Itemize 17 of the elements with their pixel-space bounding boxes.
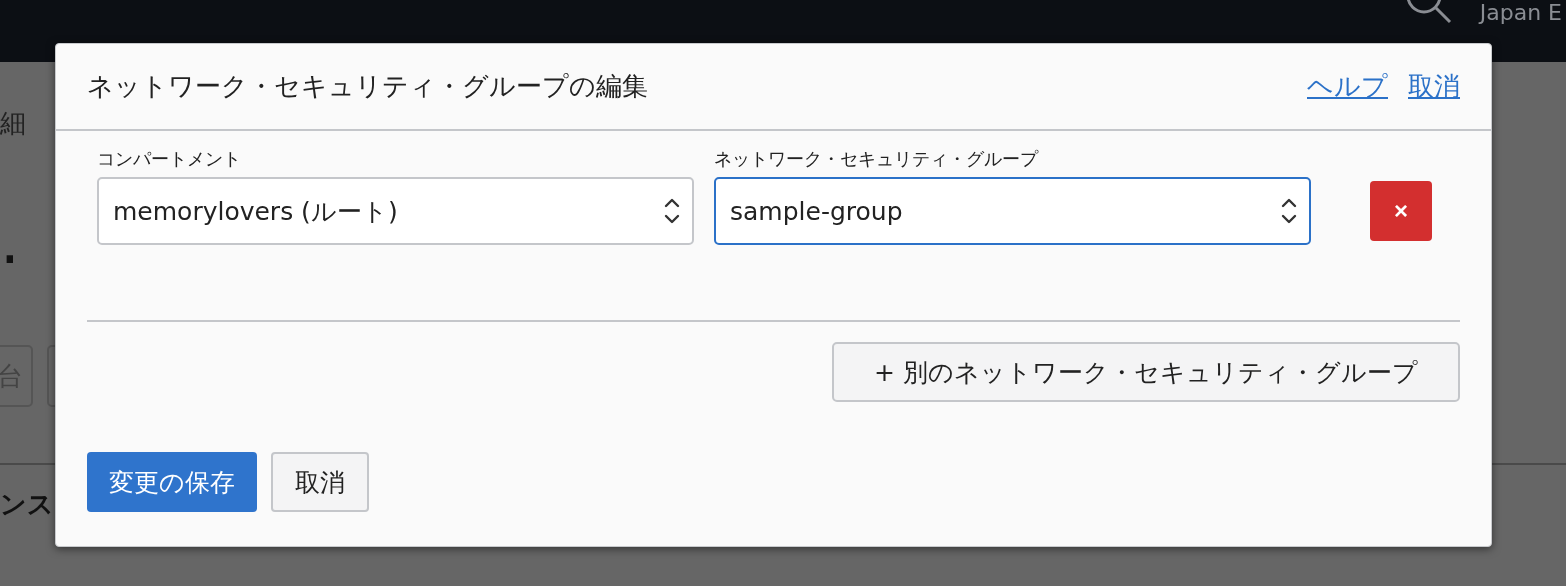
- add-group-button[interactable]: + 別のネットワーク・セキュリティ・グループ: [832, 342, 1460, 402]
- select-field[interactable]: memorylovers (ルート): [97, 177, 694, 245]
- save-button[interactable]: 変更の保存: [87, 452, 257, 512]
- chevron-icon: [664, 196, 680, 226]
- cancel-button[interactable]: 取消: [271, 452, 369, 512]
- header-link[interactable]: ヘルプ: [1307, 69, 1388, 104]
- remove-button[interactable]: ×: [1370, 181, 1432, 241]
- select-field[interactable]: sample-group: [714, 177, 1311, 245]
- region-label[interactable]: Japan E: [1479, 2, 1562, 24]
- chevron-icon: [1281, 196, 1297, 226]
- dialog-title: ネットワーク・セキュリティ・グループの編集: [87, 70, 648, 103]
- field-label: コンパートメント: [97, 147, 242, 171]
- field-label: ネットワーク・セキュリティ・グループ: [714, 147, 1040, 171]
- header-link[interactable]: 取消: [1408, 69, 1460, 104]
- section-heading: ンス: [0, 488, 54, 521]
- breadcrumb: 細: [0, 107, 27, 140]
- page-heading: .: [0, 211, 20, 273]
